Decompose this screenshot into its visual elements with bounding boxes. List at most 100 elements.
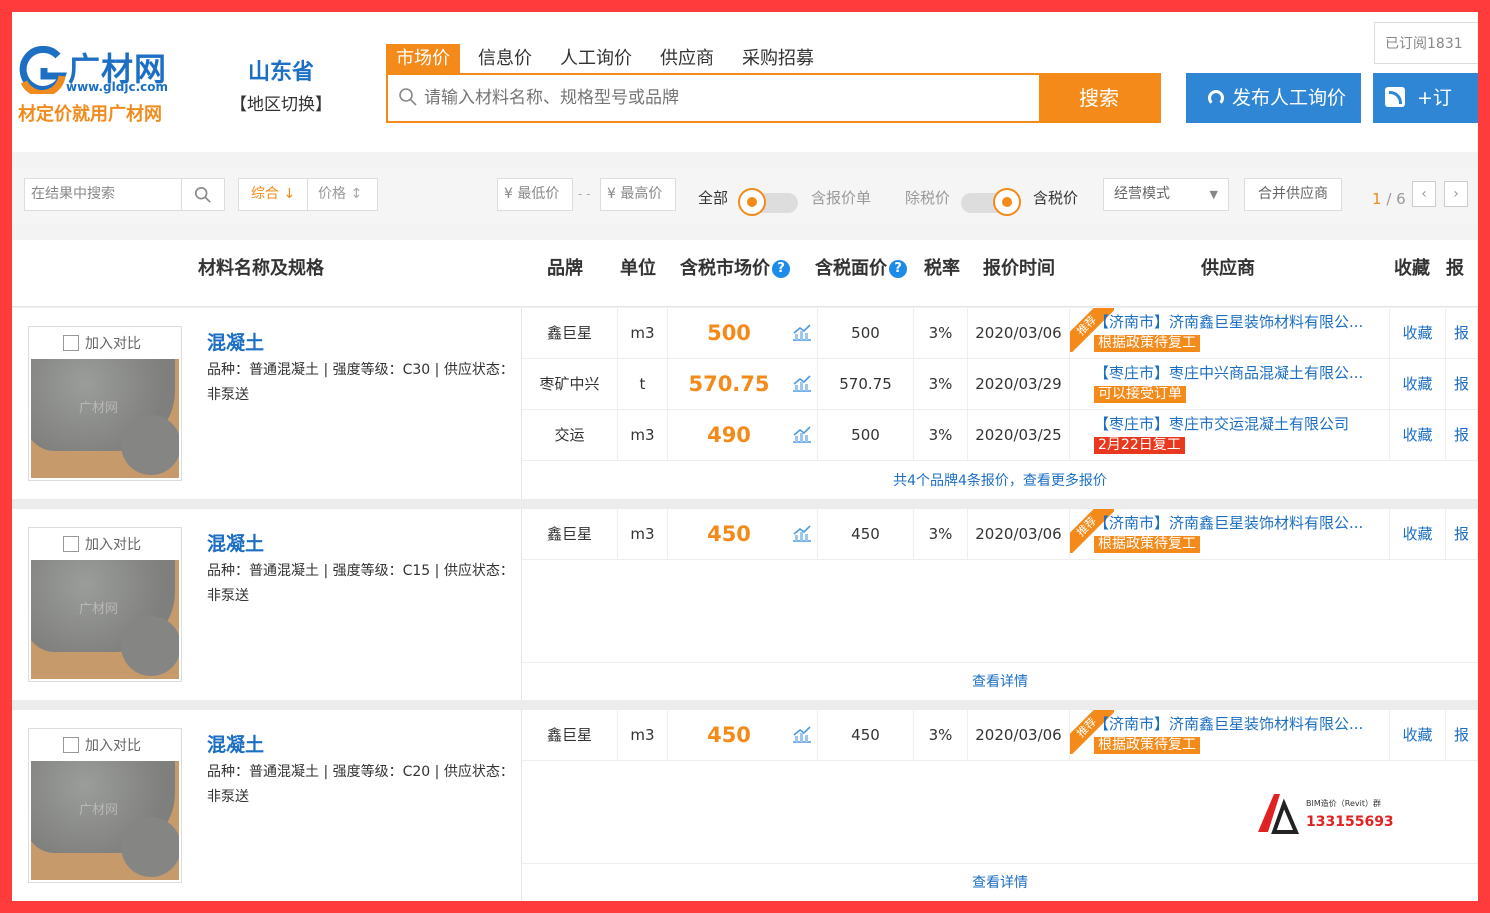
supplier-link[interactable]: 【枣庄市】枣庄中兴商品混凝土有限公... <box>1094 364 1363 382</box>
col-market-price: 含税市场价? <box>680 254 790 280</box>
price-trend-icon[interactable] <box>792 725 812 743</box>
cell-fav: 收藏 <box>1390 509 1446 560</box>
search-icon <box>194 186 211 203</box>
tab-manual-inquiry[interactable]: 人工询价 <box>550 44 642 74</box>
product-title[interactable]: 混凝土 <box>207 730 264 757</box>
cell-supplier: 推荐 【济南市】济南鑫巨星装饰材料有限公... 根据政策待复工 <box>1070 308 1390 359</box>
concrete-shape <box>121 817 179 877</box>
logo-url: www.gldjc.com <box>66 80 168 94</box>
table-header: 材料名称及规格 品牌 单位 含税市场价? 含税面价? 税率 报价时间 供应商 收… <box>12 240 1478 307</box>
business-mode-select[interactable]: 经营模式 ▼ <box>1103 178 1229 211</box>
all-label: 全部 <box>698 189 729 207</box>
tab-procurement[interactable]: 采购招募 <box>732 44 824 74</box>
report-link[interactable]: 报 <box>1454 426 1469 444</box>
cell-report: 报 <box>1446 710 1478 761</box>
concrete-shape <box>121 616 179 676</box>
region-switch-link[interactable]: 【地区切换】 <box>230 90 332 115</box>
tab-suppliers[interactable]: 供应商 <box>650 44 724 74</box>
supplier-link[interactable]: 【枣庄市】枣庄市交运混凝土有限公司 <box>1094 415 1349 433</box>
publish-inquiry-button[interactable]: 发布人工询价 <box>1186 73 1361 123</box>
result-search-button[interactable] <box>181 178 225 211</box>
add-compare-checkbox[interactable]: 加入对比 <box>63 735 141 755</box>
search-button[interactable]: 搜索 <box>1039 75 1159 121</box>
search-input[interactable] <box>424 85 1024 111</box>
sort-combined-button[interactable]: 综合 ↓ <box>238 178 308 211</box>
next-page-button[interactable]: › <box>1444 181 1468 207</box>
max-price-input[interactable]: ¥ 最高价 <box>600 178 676 211</box>
price-separator: - - <box>578 187 591 201</box>
price-trend-icon[interactable] <box>792 524 812 542</box>
favorite-link[interactable]: 收藏 <box>1402 525 1432 543</box>
checkbox-icon[interactable] <box>63 536 79 552</box>
supplier-link[interactable]: 【济南市】济南鑫巨星装饰材料有限公... <box>1094 715 1363 733</box>
product-image[interactable]: 广材网 <box>31 761 179 880</box>
tax-rate-value: 3% <box>914 410 968 461</box>
favorite-link[interactable]: 收藏 <box>1402 726 1432 744</box>
product-thumbnail-card: 加入对比 广材网 <box>28 527 182 682</box>
checkbox-icon[interactable] <box>63 335 79 351</box>
tax-rate-value: 3% <box>914 509 968 560</box>
bim-group-name: BIM造价（Revit）群 <box>1306 799 1381 808</box>
unit-value: m3 <box>618 710 668 761</box>
col-face-price: 含税面价? <box>815 254 907 280</box>
report-link[interactable]: 报 <box>1454 525 1469 543</box>
add-compare-checkbox[interactable]: 加入对比 <box>63 534 141 554</box>
favorite-link[interactable]: 收藏 <box>1402 324 1432 342</box>
page-indicator: 1 / 6 <box>1372 190 1406 208</box>
brand-value: 交运 <box>522 410 618 461</box>
face-price-value: 500 <box>818 308 914 359</box>
subscribe-button[interactable]: +订 <box>1373 73 1478 123</box>
add-compare-checkbox[interactable]: 加入对比 <box>63 333 141 353</box>
min-price-input[interactable]: ¥ 最低价 <box>497 178 573 211</box>
row-divider <box>522 863 1478 864</box>
prev-page-button[interactable]: ‹ <box>1412 181 1436 207</box>
merge-suppliers-button[interactable]: 合并供应商 <box>1244 178 1342 211</box>
quote-date-value: 2020/03/06 <box>968 710 1070 761</box>
sort-price-button[interactable]: 价格 ↕ <box>307 178 378 211</box>
favorite-link[interactable]: 收藏 <box>1402 426 1432 444</box>
tab-market-price[interactable]: 市场价 <box>386 44 460 74</box>
bim-group-number: 133155693 <box>1306 814 1394 830</box>
help-icon[interactable]: ? <box>889 260 907 278</box>
supplier-link[interactable]: 【济南市】济南鑫巨星装饰材料有限公... <box>1094 313 1363 331</box>
product-image[interactable]: 广材网 <box>31 560 179 679</box>
subscribed-count[interactable]: 已订阅1831 <box>1374 22 1478 64</box>
cell-report: 报 <box>1446 410 1478 461</box>
unit-value: t <box>618 359 668 410</box>
tax-rate-value: 3% <box>914 710 968 761</box>
excl-tax-label: 除税价 <box>905 189 951 207</box>
more-quotes-link[interactable]: 查看详情 <box>522 673 1478 691</box>
face-price-value: 570.75 <box>818 359 914 410</box>
quote-toggle[interactable] <box>738 188 798 216</box>
favorite-link[interactable]: 收藏 <box>1402 375 1432 393</box>
product-title[interactable]: 混凝土 <box>207 328 264 355</box>
cell-supplier: 推荐 【济南市】济南鑫巨星装饰材料有限公... 根据政策待复工 <box>1070 710 1390 761</box>
product-spec: 品种：普通混凝土 | 强度等级：C30 | 供应状态：非泵送 <box>207 362 514 403</box>
more-quotes-link[interactable]: 共4个品牌4条报价，查看更多报价 <box>522 472 1478 490</box>
business-mode-value: 经营模式 <box>1114 186 1170 202</box>
more-quotes-link[interactable]: 查看详情 <box>522 874 1478 892</box>
tab-info-price[interactable]: 信息价 <box>468 44 542 74</box>
supplier-status-badge: 可以接受订单 <box>1094 386 1186 403</box>
price-trend-icon[interactable] <box>792 323 812 341</box>
price-trend-icon[interactable] <box>792 425 812 443</box>
help-icon[interactable]: ? <box>772 260 790 278</box>
checkbox-icon[interactable] <box>63 737 79 753</box>
cell-fav: 收藏 <box>1390 359 1446 410</box>
report-link[interactable]: 报 <box>1454 324 1469 342</box>
report-link[interactable]: 报 <box>1454 375 1469 393</box>
toggle-knob <box>993 188 1021 216</box>
brand-value: 鑫巨星 <box>522 308 618 359</box>
price-trend-icon[interactable] <box>792 374 812 392</box>
report-link[interactable]: 报 <box>1454 726 1469 744</box>
page-current: 1 <box>1372 190 1382 208</box>
product-title[interactable]: 混凝土 <box>207 529 264 556</box>
result-search-input[interactable]: 在结果中搜索 <box>24 178 182 211</box>
product-image[interactable]: 广材网 <box>31 359 179 478</box>
unit-value: m3 <box>618 410 668 461</box>
tax-toggle[interactable] <box>961 188 1021 216</box>
supplier-link[interactable]: 【济南市】济南鑫巨星装饰材料有限公... <box>1094 514 1363 532</box>
cell-fav: 收藏 <box>1390 410 1446 461</box>
cell-supplier: 【枣庄市】枣庄中兴商品混凝土有限公... 可以接受订单 <box>1070 359 1390 410</box>
add-compare-label: 加入对比 <box>85 738 141 754</box>
